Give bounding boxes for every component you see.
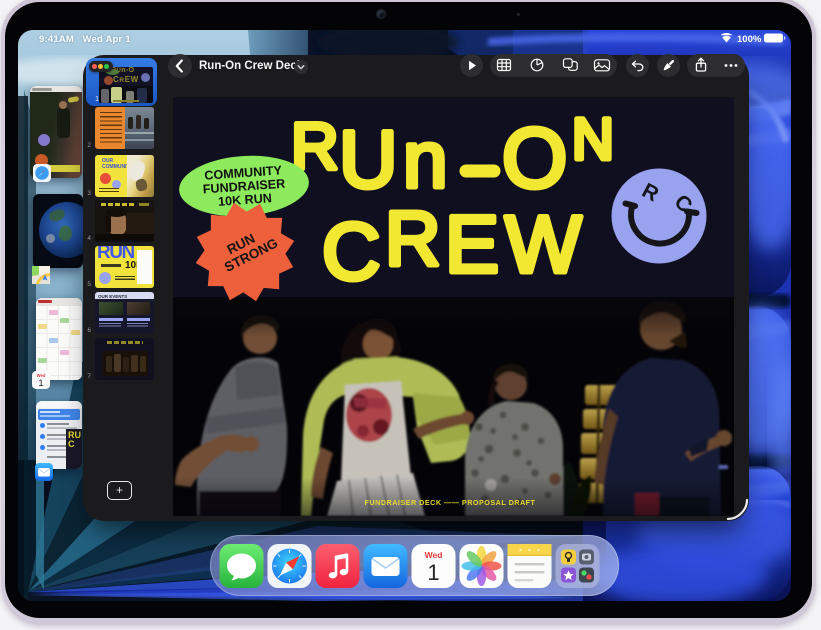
svg-text:W: W xyxy=(505,200,582,290)
svg-text:C: C xyxy=(322,207,381,297)
svg-text:1: 1 xyxy=(38,378,43,389)
svg-text:U: U xyxy=(339,115,398,205)
svg-text:E: E xyxy=(445,200,499,290)
svg-text:1: 1 xyxy=(427,560,439,585)
svg-text:N: N xyxy=(572,107,614,172)
svg-text:R: R xyxy=(385,196,441,282)
svg-text:n: n xyxy=(403,115,448,204)
svg-text:100%: 100% xyxy=(737,34,762,44)
svg-text:Wed: Wed xyxy=(425,550,443,560)
svg-text:FUNDRAISER DECK —— PROPOSAL DR: FUNDRAISER DECK —— PROPOSAL DRAFT xyxy=(365,498,536,507)
svg-text:O: O xyxy=(502,111,567,205)
